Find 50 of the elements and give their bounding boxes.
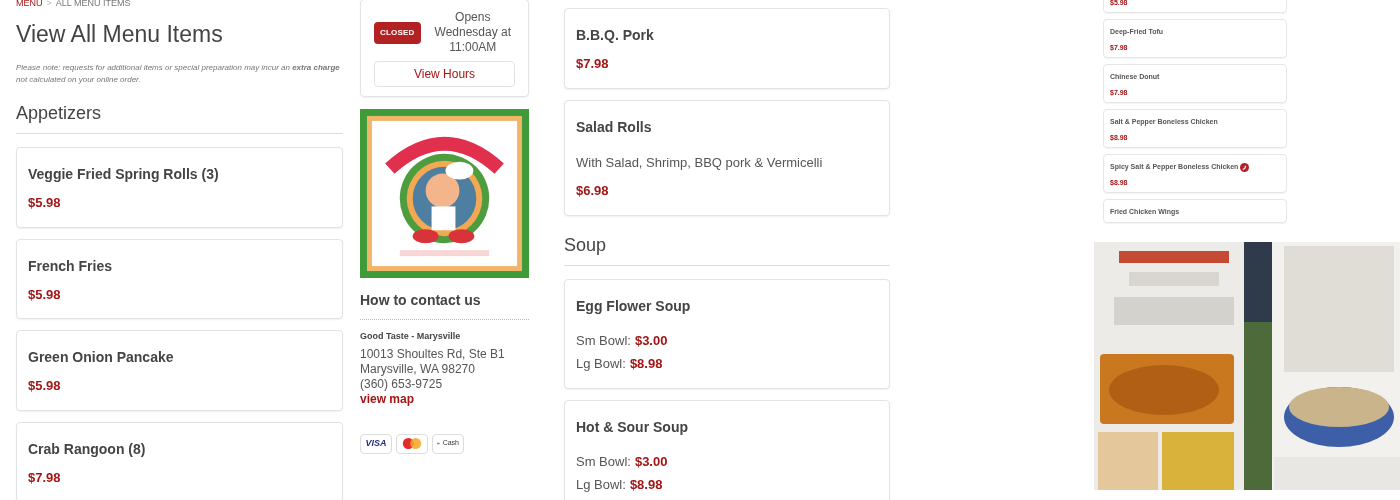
size-price: $3.00 [634, 331, 668, 350]
item-price: $6.98 [576, 182, 610, 200]
card-logo-icon [396, 433, 428, 454]
menu-item-card[interactable]: Salad Rolls With Salad, Shrimp, BBQ pork & Vermicelli $6.98 [564, 99, 890, 216]
item-name: Egg Flower Soup [576, 296, 692, 316]
size-price: $3.00 [634, 452, 668, 471]
menu-item-card[interactable]: Green Onion Pancake $5.98 [16, 330, 343, 411]
size-price: $8.98 [629, 476, 663, 494]
visa-card: VISA [360, 433, 392, 454]
contact-heading: How to contact us [360, 290, 529, 320]
item-price: $7.98 [28, 468, 62, 487]
item-price: $5.98 [28, 194, 62, 212]
breadcrumb-current: ALL MENU ITEMS [55, 0, 131, 8]
item-name: Crab Rangoon (8) [28, 439, 147, 459]
business-name: Good Taste - Marysville [360, 330, 462, 343]
page-title: View All Menu Items [16, 20, 224, 48]
menu-item-card[interactable]: Veggie Fried Spring Rolls (3) $5.98 [16, 147, 343, 228]
menu-item-card[interactable]: B.B.Q. Pork $7.98 [564, 8, 890, 89]
size-price: $8.98 [629, 355, 663, 373]
item-name: Veggie Fried Spring Rolls (3) [28, 165, 220, 184]
phone-number: (360) 653-9725 [360, 376, 443, 392]
item-price: $5.98 [28, 285, 62, 304]
order-note: Please note: requests for additional items or special preparation may incur an extra charge not calculated on your online order. [16, 62, 341, 86]
section-heading: Appetizers [16, 100, 343, 134]
view-map-link[interactable]: view map [360, 391, 415, 407]
address-line: 10013 Shoultes Rd, Ste B1 [360, 346, 505, 362]
status-badge: CLOSED [374, 21, 421, 44]
menu-item-card[interactable]: Crab Rangoon (8) $7.98 [16, 421, 343, 500]
item-name: Salad Rolls [576, 117, 653, 137]
menu-item-card[interactable]: French Fries $5.98 [16, 238, 343, 319]
size-label: Sm Bowl: [576, 452, 631, 471]
item-name: Hot & Sour Soup [576, 417, 689, 437]
menu-item-card[interactable]: Hot & Sour Soup Sm Bowl: $3.00 Lg Bowl: $8.98 [564, 399, 890, 500]
section-heading: Soup [564, 231, 890, 266]
item-name: French Fries [28, 256, 114, 276]
breadcrumb-separator: > [46, 0, 52, 8]
breadcrumb-link[interactable]: MENU [16, 0, 43, 8]
item-name: B.B.Q. Pork [576, 26, 655, 45]
menu-item-card[interactable]: Egg Flower Soup Sm Bowl: $3.00 Lg Bowl: $8.98 [564, 278, 890, 389]
item-price: $5.98 [28, 377, 62, 395]
address-line: Marysville, WA 98270 [360, 361, 475, 377]
size-label: Lg Bowl: [576, 355, 626, 373]
opening-time: Opens Wednesday at 11:00AM [433, 10, 512, 55]
banknote-icon [437, 441, 440, 446]
view-hours-button[interactable]: View Hours [374, 61, 515, 87]
item-name: Green Onion Pancake [28, 348, 175, 367]
size-label: Lg Bowl: [576, 476, 626, 494]
item-description: With Salad, Shrimp, BBQ pork & Vermicelli [576, 153, 824, 172]
size-label: Sm Bowl: [576, 331, 631, 350]
item-price: $7.98 [576, 55, 610, 73]
